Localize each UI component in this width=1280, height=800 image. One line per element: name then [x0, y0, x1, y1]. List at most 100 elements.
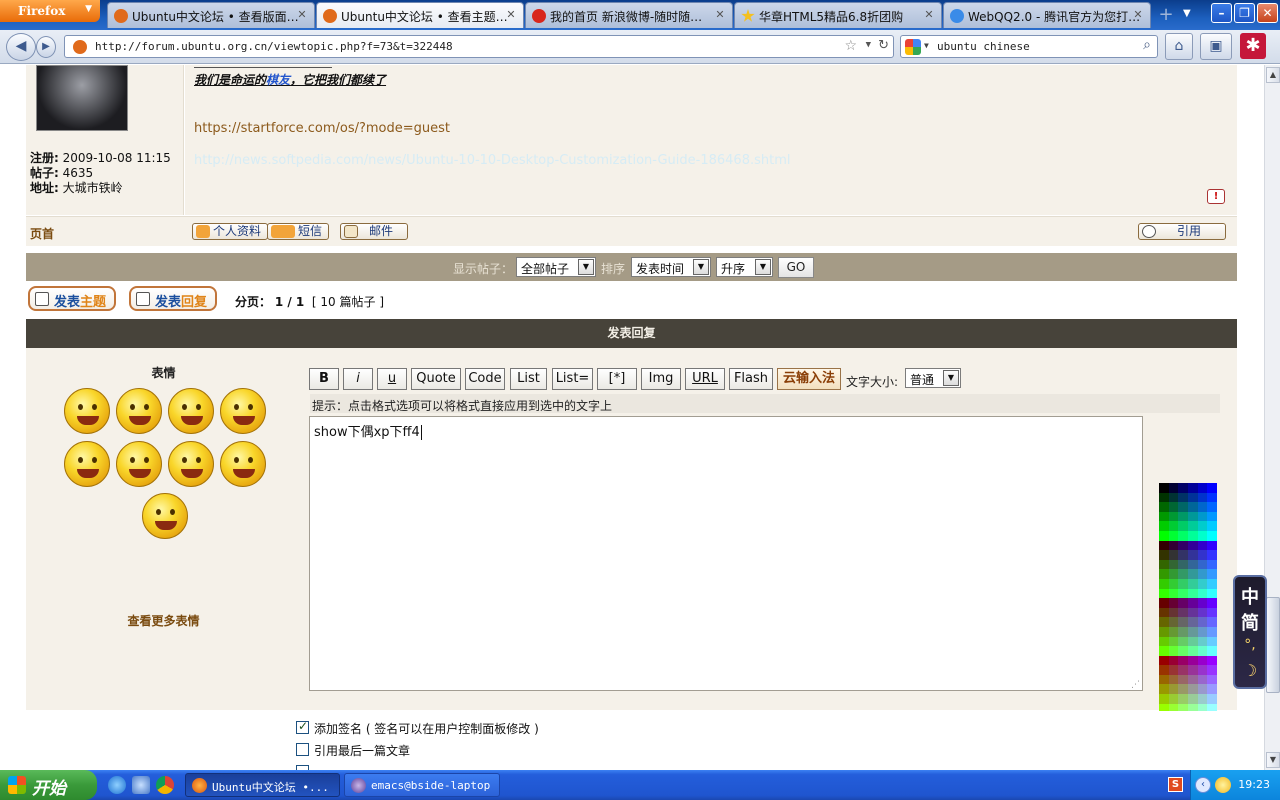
- color-swatch[interactable]: [1178, 598, 1189, 608]
- smiley-cover-mouth-icon[interactable]: [220, 388, 266, 434]
- tray-smiley-icon[interactable]: [1215, 777, 1231, 793]
- quote-format-button[interactable]: Quote: [411, 368, 461, 390]
- color-swatch[interactable]: [1168, 540, 1179, 551]
- color-swatch[interactable]: [1159, 559, 1169, 570]
- message-textarea[interactable]: show下偶xp下ff4 ⋰: [309, 416, 1143, 691]
- color-swatch[interactable]: [1178, 607, 1189, 618]
- report-icon[interactable]: !: [1207, 189, 1225, 204]
- color-swatch[interactable]: [1197, 626, 1208, 637]
- back-to-top-link[interactable]: 页首: [30, 225, 54, 242]
- smiley-smile-icon[interactable]: [64, 388, 110, 434]
- color-swatch[interactable]: [1168, 655, 1179, 666]
- color-swatch[interactable]: [1197, 617, 1208, 627]
- minimize-icon[interactable]: –: [1211, 3, 1232, 23]
- attach-signature-option[interactable]: 添加签名 ( 签名可以在用户控制面板修改 ): [296, 719, 539, 737]
- color-swatch[interactable]: [1168, 588, 1179, 599]
- color-swatch[interactable]: [1178, 626, 1189, 637]
- color-swatch[interactable]: [1159, 588, 1169, 599]
- color-swatch[interactable]: [1188, 502, 1198, 512]
- color-swatch[interactable]: [1188, 588, 1198, 599]
- color-swatch[interactable]: [1178, 540, 1189, 551]
- search-bar[interactable]: ▼ ubuntu chinese ⌕: [900, 35, 1158, 58]
- close-icon[interactable]: ✕: [504, 8, 518, 22]
- punctuation-icon[interactable]: °,: [1235, 637, 1265, 653]
- email-button[interactable]: 邮件: [340, 223, 409, 240]
- color-swatch[interactable]: [1168, 607, 1179, 618]
- color-swatch[interactable]: [1159, 626, 1169, 637]
- color-swatch[interactable]: [1188, 550, 1198, 560]
- scroll-thumb[interactable]: [1266, 597, 1280, 693]
- image-button[interactable]: Img: [641, 368, 681, 390]
- color-swatch[interactable]: [1188, 665, 1198, 675]
- color-swatch[interactable]: [1197, 588, 1208, 599]
- color-swatch[interactable]: [1178, 550, 1189, 560]
- color-swatch[interactable]: [1188, 674, 1198, 685]
- color-swatch[interactable]: [1159, 684, 1169, 695]
- color-swatch[interactable]: [1168, 483, 1179, 493]
- color-swatch[interactable]: [1188, 530, 1198, 541]
- color-swatch[interactable]: [1159, 655, 1169, 666]
- color-swatch[interactable]: [1207, 530, 1218, 541]
- italic-button[interactable]: i: [343, 368, 373, 390]
- color-swatch[interactable]: [1188, 636, 1198, 647]
- signature-link-faded[interactable]: http://news.softpedia.com/news/Ubuntu-10…: [194, 153, 790, 168]
- desktop-icon[interactable]: [132, 776, 150, 794]
- color-swatch[interactable]: [1168, 694, 1179, 704]
- google-engine-icon[interactable]: [905, 39, 921, 55]
- color-swatch[interactable]: [1168, 550, 1179, 560]
- addon-icon[interactable]: ✱: [1240, 33, 1266, 59]
- ime-mode-chinese[interactable]: 中: [1235, 583, 1265, 609]
- color-swatch[interactable]: [1168, 674, 1179, 685]
- color-swatch[interactable]: [1168, 559, 1179, 570]
- tab-weibo[interactable]: 我的首页 新浪微博-随时随… ✕: [525, 2, 733, 28]
- color-swatch[interactable]: [1188, 540, 1198, 551]
- search-icon[interactable]: ⌕: [1143, 37, 1151, 53]
- color-swatch[interactable]: [1178, 511, 1189, 522]
- close-window-icon[interactable]: ✕: [1257, 3, 1278, 23]
- color-swatch[interactable]: [1207, 578, 1218, 589]
- scroll-up-icon[interactable]: ▲: [1266, 67, 1280, 83]
- color-swatch[interactable]: [1178, 559, 1189, 570]
- color-swatch[interactable]: [1168, 646, 1179, 656]
- color-swatch[interactable]: [1159, 674, 1169, 685]
- color-swatch[interactable]: [1207, 598, 1218, 608]
- quote-last-option[interactable]: 引用最后一篇文章: [296, 742, 410, 759]
- home-icon[interactable]: ⌂: [1165, 33, 1193, 60]
- color-swatch[interactable]: [1168, 492, 1179, 503]
- color-swatch[interactable]: [1197, 578, 1208, 589]
- color-swatch[interactable]: [1168, 511, 1179, 522]
- sort-by-select[interactable]: 发表时间 ▼: [631, 257, 711, 277]
- color-swatch[interactable]: [1159, 607, 1169, 618]
- color-swatch[interactable]: [1197, 492, 1208, 503]
- color-swatch[interactable]: [1207, 617, 1218, 627]
- color-swatch[interactable]: [1178, 492, 1189, 503]
- reload-icon[interactable]: ↻: [878, 38, 889, 53]
- start-button[interactable]: 开始: [0, 770, 97, 800]
- close-icon[interactable]: ✕: [713, 8, 727, 22]
- color-swatch[interactable]: [1197, 502, 1208, 512]
- attach-signature-checkbox[interactable]: [296, 719, 309, 734]
- color-swatch[interactable]: [1168, 502, 1179, 512]
- history-dropdown-icon[interactable]: ▼: [866, 40, 871, 50]
- firefox-menu-button[interactable]: Firefox ▼: [0, 0, 100, 22]
- color-swatch[interactable]: [1197, 483, 1208, 493]
- color-swatch[interactable]: [1207, 492, 1218, 503]
- underline-button[interactable]: u: [377, 368, 407, 390]
- color-swatch[interactable]: [1168, 684, 1179, 695]
- resize-grip-icon[interactable]: ⋰: [1131, 680, 1140, 690]
- color-swatch[interactable]: [1178, 569, 1189, 579]
- tab-html5-deal[interactable]: 华章HTML5精品6.8折团购 ✕: [734, 2, 942, 28]
- color-swatch[interactable]: [1197, 569, 1208, 579]
- taskbar-item-firefox[interactable]: Ubuntu中文论坛 •...: [185, 773, 340, 797]
- color-swatch[interactable]: [1188, 578, 1198, 589]
- cloud-ime-button[interactable]: 云输入法: [777, 368, 841, 390]
- tab-forum-board[interactable]: Ubuntu中文论坛 • 查看版面… ✕: [107, 2, 315, 28]
- color-swatch[interactable]: [1178, 617, 1189, 627]
- color-swatch[interactable]: [1178, 646, 1189, 656]
- color-swatch[interactable]: [1168, 626, 1179, 637]
- ordered-list-button[interactable]: List=: [552, 368, 593, 390]
- color-swatch[interactable]: [1207, 540, 1218, 551]
- color-swatch[interactable]: [1159, 540, 1169, 551]
- color-swatch[interactable]: [1159, 665, 1169, 675]
- color-swatch[interactable]: [1168, 578, 1179, 589]
